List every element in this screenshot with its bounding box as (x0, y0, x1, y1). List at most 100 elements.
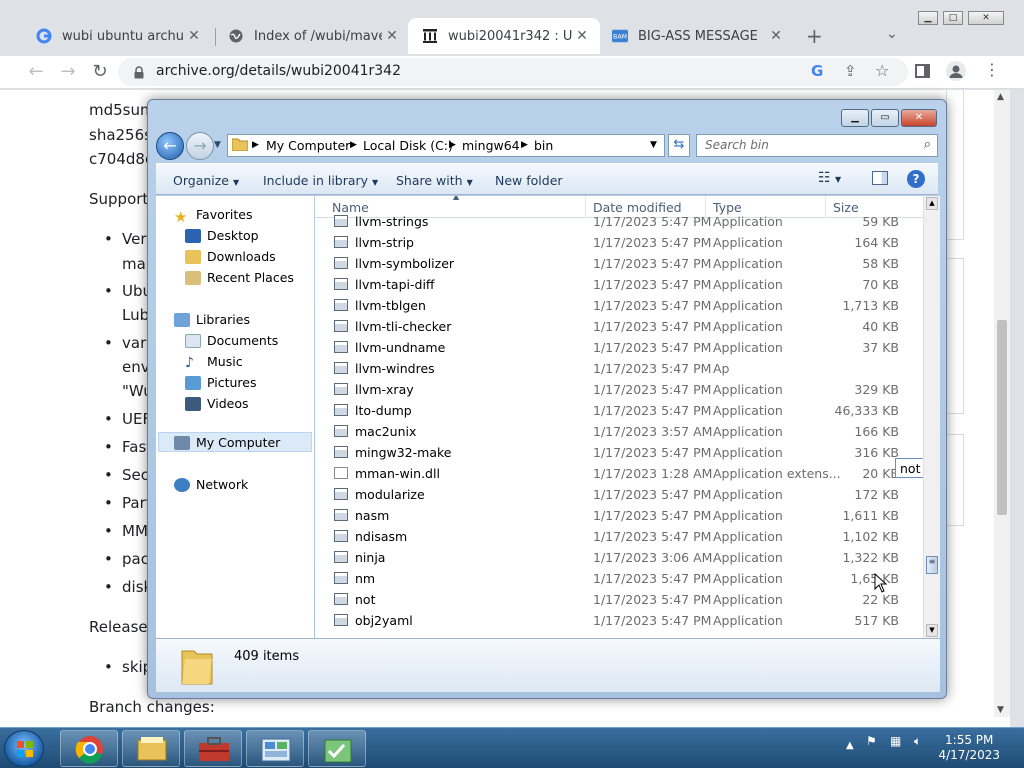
nav-recent-places[interactable]: Recent Places (185, 270, 294, 285)
nav-documents[interactable]: Documents (185, 333, 278, 348)
file-row[interactable]: ninja 1/17/2023 3:06 AM Application 1,322 K… (315, 547, 923, 568)
nav-music[interactable]: ♪ Music (185, 354, 243, 371)
taskbar-control-panel[interactable] (246, 730, 304, 767)
new-folder-button[interactable]: New folder (495, 173, 563, 188)
nav-downloads[interactable]: Downloads (185, 249, 276, 264)
share-icon[interactable]: ⇪ (844, 62, 857, 80)
help-icon[interactable]: ? (907, 170, 925, 188)
taskbar-toolbox[interactable] (184, 730, 242, 767)
forward-icon[interactable]: → (186, 132, 214, 160)
taskbar-chrome[interactable] (60, 730, 118, 767)
tab-index-wubi[interactable]: Index of /wubi/maverick ✕ (214, 18, 410, 54)
close-icon[interactable]: ✕ (968, 11, 1004, 25)
file-row[interactable]: llvm-tblgen 1/17/2023 5:47 PM Application 1… (315, 295, 923, 316)
tab-close-icon[interactable]: ✕ (766, 28, 786, 44)
file-row[interactable]: lto-dump 1/17/2023 5:47 PM Application 46,3… (315, 400, 923, 421)
reload-icon[interactable]: ↻ (88, 61, 112, 85)
maximize-icon[interactable]: ▭ (871, 109, 899, 127)
recent-pages-icon[interactable]: ▼ (214, 140, 221, 150)
action-center-icon[interactable]: ⚑ (866, 734, 877, 748)
breadcrumb-chevron-icon[interactable]: ▶ (521, 140, 528, 150)
file-row[interactable]: llvm-undname 1/17/2023 5:47 PM Application… (315, 337, 923, 358)
breadcrumb-local-disk[interactable]: Local Disk (C:) (363, 138, 453, 153)
address-bar[interactable]: ▶ My Computer ▶ Local Disk (C:) ▶ mingw6… (227, 134, 665, 157)
search-input[interactable]: Search bin ⌕ (696, 134, 938, 157)
close-icon[interactable]: ✕ (901, 109, 937, 127)
maximize-icon[interactable]: □ (943, 11, 963, 25)
breadcrumb-my-computer[interactable]: My Computer (266, 138, 350, 153)
nav-pictures[interactable]: Pictures (185, 375, 257, 390)
page-scrollbar[interactable]: ▲ ▼ (994, 90, 1010, 717)
file-row[interactable]: llvm-tli-checker 1/17/2023 5:47 PM Applica… (315, 316, 923, 337)
file-row[interactable]: llvm-strip 1/17/2023 5:47 PM Application 16… (315, 232, 923, 253)
file-row[interactable]: not 1/17/2023 5:47 PM Application 22 KB (315, 589, 923, 610)
nav-favorites[interactable]: ★ Favorites (174, 207, 252, 226)
breadcrumb-chevron-icon[interactable]: ▶ (252, 140, 259, 150)
tab-search-icon[interactable]: ⌄ (886, 26, 898, 42)
breadcrumb-chevron-icon[interactable]: ▶ (350, 140, 357, 150)
side-panel-icon[interactable] (915, 64, 930, 78)
breadcrumb-mingw64[interactable]: mingw64 (462, 138, 520, 153)
forward-icon[interactable]: → (56, 61, 80, 85)
back-icon[interactable]: ← (156, 132, 184, 160)
start-button[interactable] (4, 730, 44, 767)
file-row[interactable]: mac2unix 1/17/2023 3:57 AM Application 166 … (315, 421, 923, 442)
nav-network[interactable]: Network (174, 477, 248, 492)
file-date: 1/17/2023 5:47 PM (593, 235, 712, 250)
breadcrumb-chevron-icon[interactable]: ▶ (449, 140, 456, 150)
google-translate-icon[interactable]: G (811, 62, 823, 80)
minimize-icon[interactable]: ▁ (918, 11, 938, 25)
search-icon[interactable]: ⌕ (924, 137, 931, 152)
network-tray-icon[interactable]: ▦ (890, 734, 901, 748)
file-row[interactable]: llvm-symbolizer 1/17/2023 5:47 PM Applicat… (315, 253, 923, 274)
new-tab-button[interactable]: + (806, 24, 823, 48)
menu-kebab-icon[interactable]: ⋮ (984, 60, 1000, 79)
scrollbar-thumb[interactable]: ≡ (926, 556, 938, 574)
lock-icon[interactable] (134, 64, 144, 79)
file-name: ninja (355, 550, 386, 565)
scrollbar-thumb[interactable] (997, 320, 1007, 515)
breadcrumb-bin[interactable]: bin (534, 138, 553, 153)
file-row[interactable]: nm 1/17/2023 5:47 PM Application 1,65 KB (315, 568, 923, 589)
nav-libraries[interactable]: Libraries (174, 312, 250, 327)
file-type: Application (713, 571, 783, 586)
tab-close-icon[interactable]: ✕ (184, 28, 204, 44)
refresh-icon[interactable]: ⇆ (668, 134, 690, 157)
volume-icon[interactable]: 🔈︎ (914, 734, 921, 749)
nav-videos[interactable]: Videos (185, 396, 249, 411)
preview-pane-icon[interactable] (872, 171, 888, 185)
nav-desktop[interactable]: Desktop (185, 228, 259, 243)
tab-big-message[interactable]: BAM BIG-ASS MESSAGE ✕ (598, 18, 794, 54)
file-row[interactable]: modularize 1/17/2023 5:47 PM Application 17… (315, 484, 923, 505)
file-row[interactable]: llvm-strings 1/17/2023 5:47 PM Application… (315, 211, 923, 232)
profile-avatar[interactable] (946, 61, 966, 81)
file-row[interactable]: mingw32-make 1/17/2023 5:47 PM Application… (315, 442, 923, 463)
file-row[interactable]: mman-win.dll 1/17/2023 1:28 AM Application… (315, 463, 923, 484)
file-row[interactable]: nasm 1/17/2023 5:47 PM Application 1,611 KB (315, 505, 923, 526)
file-row[interactable]: ndisasm 1/17/2023 5:47 PM Application 1,102… (315, 526, 923, 547)
minimize-icon[interactable]: ▁ (841, 109, 869, 127)
file-row[interactable]: obj2yaml 1/17/2023 5:47 PM Application 517 … (315, 610, 923, 631)
tab-archive-wubi[interactable]: wubi20041r342 : Ubuntu ✕ (408, 18, 600, 54)
tab-close-icon[interactable]: ✕ (572, 28, 592, 44)
file-list-scrollbar[interactable]: ▲ ≡ ▼ (923, 196, 940, 638)
file-size: 70 KB (862, 277, 899, 292)
tab-google-search[interactable]: wubi ubuntu archuve - G ✕ (22, 18, 212, 54)
file-row[interactable]: llvm-tapi-diff 1/17/2023 5:47 PM Applicati… (315, 274, 923, 295)
file-row[interactable]: llvm-xray 1/17/2023 5:47 PM Application 329… (315, 379, 923, 400)
include-in-library-button[interactable]: Include in library ▼ (263, 173, 378, 188)
tab-close-icon[interactable]: ✕ (382, 28, 402, 44)
address-dropdown-icon[interactable]: ▼ (650, 140, 657, 150)
rename-input[interactable]: not (895, 458, 923, 478)
nav-my-computer[interactable]: My Computer (174, 435, 280, 450)
taskbar-explorer[interactable] (122, 730, 180, 767)
organize-button[interactable]: Organize ▼ (173, 173, 239, 188)
share-with-button[interactable]: Share with ▼ (396, 173, 473, 188)
back-icon[interactable]: ← (24, 61, 48, 85)
taskbar-task-scheduler[interactable] (308, 730, 366, 767)
bookmark-star-icon[interactable]: ☆ (875, 61, 889, 80)
show-hidden-icons[interactable]: ▲ (846, 740, 854, 751)
system-clock[interactable]: 1:55 PM 4/17/2023 (938, 733, 1000, 763)
change-view-icon[interactable]: ☷ ▼ (818, 170, 841, 186)
file-row[interactable]: llvm-windres 1/17/2023 5:47 PM Ap (315, 358, 923, 379)
